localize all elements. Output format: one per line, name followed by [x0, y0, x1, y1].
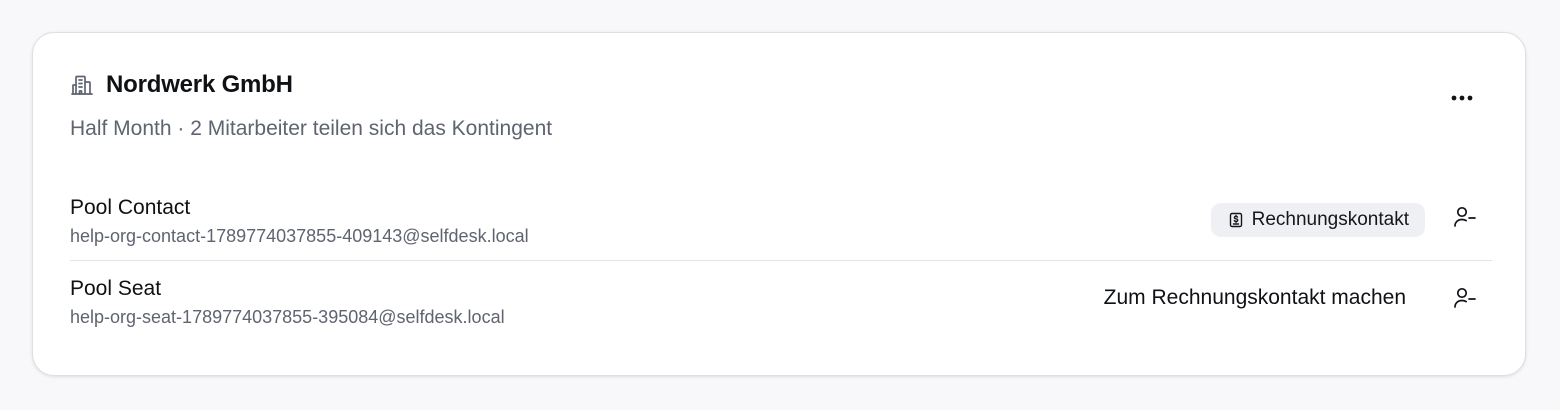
remove-member-button[interactable]: [1452, 206, 1478, 232]
remove-member-button[interactable]: [1452, 287, 1478, 313]
member-email: help-org-seat-1789774037855-395084@selfd…: [70, 307, 505, 327]
member-email: help-org-contact-1789774037855-409143@se…: [70, 226, 529, 246]
user-minus-icon: [1452, 285, 1478, 316]
user-minus-icon: [1452, 204, 1478, 235]
billing-contact-label: Rechnungskontakt: [1251, 209, 1409, 230]
organization-card: Nordwerk GmbH Half Month · 2 Mitarbeiter…: [32, 32, 1526, 376]
organization-name: Nordwerk GmbH: [106, 71, 293, 98]
member-name: Pool Contact: [70, 196, 191, 219]
organization-subtitle: Half Month · 2 Mitarbeiter teilen sich d…: [70, 117, 553, 140]
member-row: Pool Seat help-org-seat-1789774037855-39…: [70, 261, 1492, 341]
more-horizontal-icon: [1451, 88, 1473, 106]
member-name: Pool Seat: [70, 277, 162, 300]
billing-contact-badge: Rechnungskontakt: [1210, 203, 1425, 237]
make-billing-contact-button[interactable]: Zum Rechnungskontakt machen: [1104, 286, 1406, 310]
more-options-button[interactable]: [1447, 85, 1477, 109]
organization-header: Nordwerk GmbH: [70, 71, 293, 99]
member-row: Pool Contact help-org-contact-1789774037…: [70, 180, 1492, 260]
receipt-dollar-icon: [1228, 212, 1244, 228]
building-icon: [70, 73, 94, 97]
